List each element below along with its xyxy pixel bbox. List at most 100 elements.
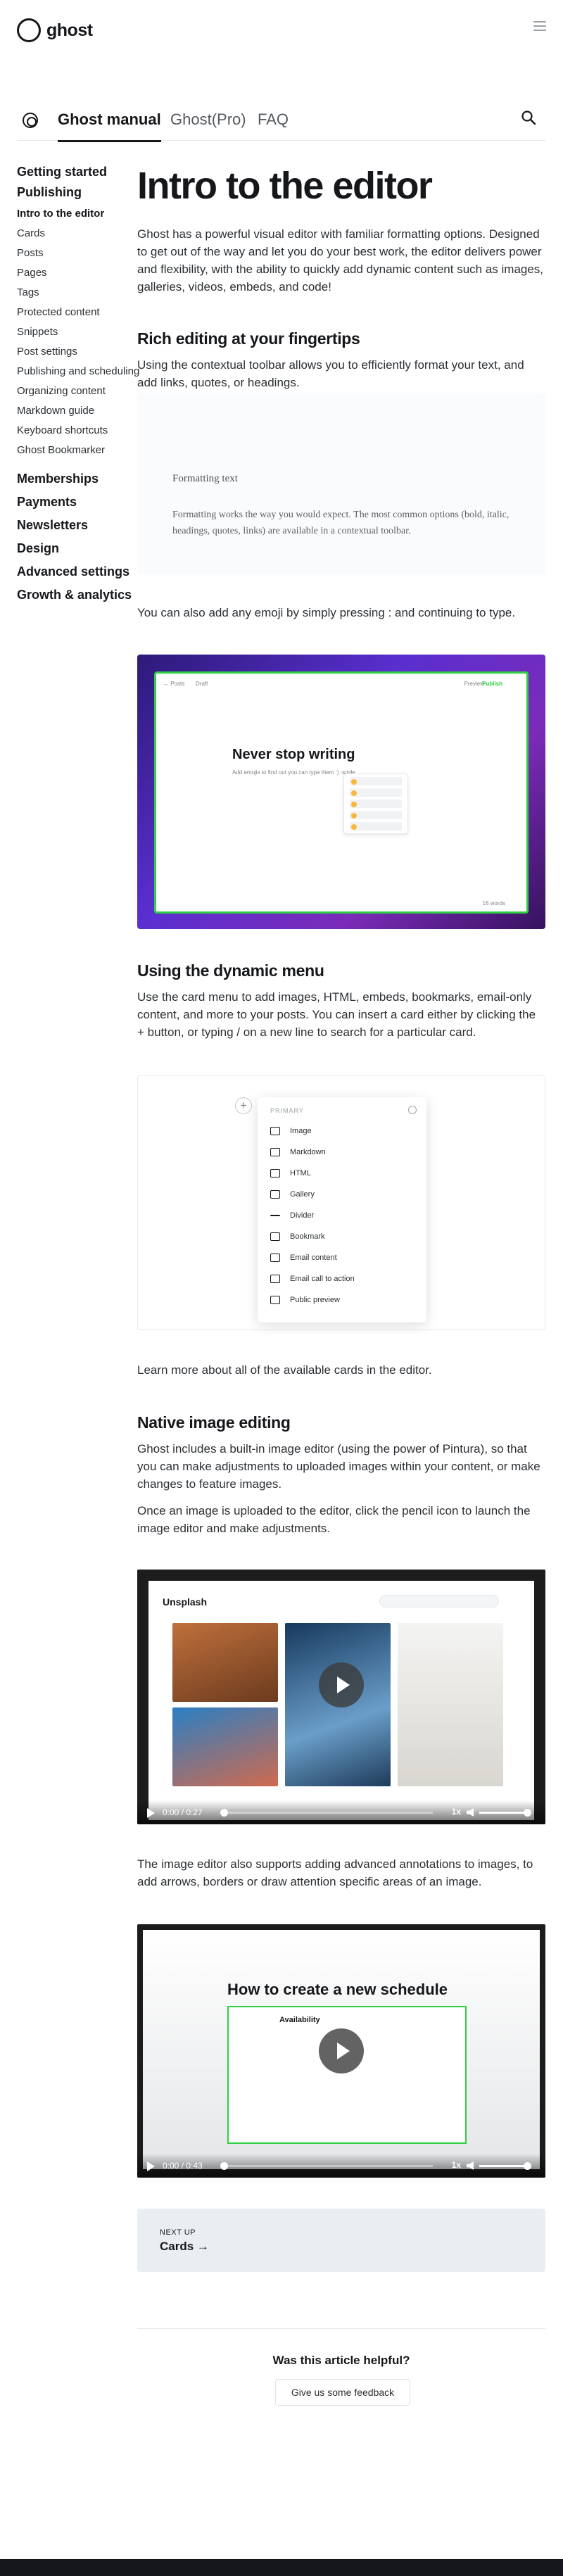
public-preview-icon <box>270 1296 280 1304</box>
card-menu-item: HTML <box>270 1169 311 1177</box>
sidebar-item-pages[interactable]: Pages <box>17 263 144 283</box>
sidebar-getting-started[interactable]: Getting started <box>17 165 144 179</box>
sidebar-item-tags[interactable]: Tags <box>17 283 144 303</box>
card-menu-item: Markdown <box>270 1148 326 1156</box>
docs-sidebar: Getting started Publishing Intro to the … <box>17 165 144 602</box>
card-menu-heading: PRIMARY <box>270 1107 304 1114</box>
schedule-panel-title: Availability <box>279 2016 320 2024</box>
card-menu-item: Email call to action <box>270 1275 355 1283</box>
ghost-logo[interactable]: ghost <box>17 18 93 42</box>
sidebar-item-keyboard-shortcuts[interactable]: Keyboard shortcuts <box>17 421 144 441</box>
ghost-logo-icon <box>17 18 41 42</box>
sidebar-item-markdown-guide[interactable]: Markdown guide <box>17 401 144 421</box>
gallery-icon <box>270 1190 280 1199</box>
video-controls: 0:00 / 0:43 1x <box>137 2154 545 2178</box>
video-controls: 0:00 / 0:27 1x <box>137 1800 545 1824</box>
playback-speed[interactable]: 1x <box>452 2160 461 2170</box>
video-progress[interactable] <box>220 2162 433 2170</box>
dynamic-menu-paragraph: Use the card menu to add images, HTML, e… <box>137 990 536 1039</box>
play-icon[interactable] <box>319 1662 364 1707</box>
sidebar-item-publishing-scheduling[interactable]: Publishing and scheduling <box>17 362 144 381</box>
plus-icon: + <box>235 1097 252 1114</box>
tab-ghost-manual[interactable]: Ghost manual <box>58 111 161 142</box>
annotation-paragraph: The image editor also supports adding ad… <box>137 1857 533 1888</box>
play-small-icon[interactable] <box>147 1808 155 1818</box>
sidebar-item-organizing-content[interactable]: Organizing content <box>17 381 144 401</box>
helpful-question: Was this article helpful? <box>272 2354 410 2367</box>
logo-text: ghost <box>46 20 93 40</box>
sidebar-item-snippets[interactable]: Snippets <box>17 322 144 342</box>
card-menu-item: Divider <box>270 1211 314 1220</box>
tab-faq[interactable]: FAQ <box>258 111 289 140</box>
card-menu-demo-image: + PRIMARY Image Markdown HTML Gallery Di… <box>137 1075 545 1330</box>
volume-slider[interactable] <box>479 2162 531 2170</box>
hamburger-menu-icon[interactable] <box>533 21 546 31</box>
volume-icon[interactable] <box>467 2161 474 2170</box>
sidebar-newsletters[interactable]: Newsletters <box>17 518 144 533</box>
editor-post-title: Never stop writing <box>232 747 355 762</box>
sidebar-item-cards[interactable]: Cards <box>17 224 144 244</box>
divider-icon <box>270 1215 280 1216</box>
sidebar-item-ghost-bookmarker[interactable]: Ghost Bookmarker <box>17 441 144 460</box>
next-up-card[interactable]: NEXT UP Cards → <box>137 2209 545 2272</box>
heading-rich-editing: Rich editing at your fingertips <box>137 329 360 348</box>
markdown-icon <box>270 1148 280 1156</box>
sidebar-item-protected-content[interactable]: Protected content <box>17 303 144 322</box>
sidebar-publishing[interactable]: Publishing <box>17 185 144 200</box>
search-icon[interactable] <box>521 110 536 125</box>
play-icon[interactable] <box>319 2028 364 2073</box>
card-menu-item: Public preview <box>270 1296 340 1304</box>
photo-tile <box>172 1623 278 1702</box>
sidebar-item-post-settings[interactable]: Post settings <box>17 342 144 362</box>
card-menu-item: Image <box>270 1127 312 1135</box>
intro-paragraph: Ghost has a powerful visual editor with … <box>137 227 544 293</box>
card-menu-item: Gallery <box>270 1190 315 1199</box>
help-center-icon[interactable] <box>23 113 38 128</box>
sidebar-item-intro-editor[interactable]: Intro to the editor <box>17 204 144 224</box>
volume-icon[interactable] <box>467 1808 474 1817</box>
unsplash-title: Unsplash <box>163 1596 208 1608</box>
video-time: 0:00 / 0:27 <box>163 1807 203 1817</box>
image-editing-paragraph-1: Ghost includes a built-in image editor (… <box>137 1442 540 1491</box>
html-icon <box>270 1169 280 1177</box>
sidebar-payments[interactable]: Payments <box>17 495 144 510</box>
tab-ghost-pro[interactable]: Ghost(Pro) <box>170 111 246 140</box>
photo-tile <box>172 1707 278 1786</box>
help-icon <box>408 1106 417 1114</box>
sidebar-memberships[interactable]: Memberships <box>17 472 144 486</box>
annotation-video[interactable]: How to create a new schedule Availabilit… <box>137 1924 545 2178</box>
volume-slider[interactable] <box>479 1809 531 1817</box>
feedback-button[interactable]: Give us some feedback <box>275 2379 410 2406</box>
page-title: Intro to the editor <box>137 165 433 207</box>
site-header: ghost <box>0 0 563 59</box>
sidebar-item-posts[interactable]: Posts <box>17 244 144 263</box>
playback-speed[interactable]: 1x <box>452 1807 461 1817</box>
editor-body-line: Add emojis to find out you can type them… <box>232 769 355 776</box>
editor-back-label: ← Posts <box>163 681 185 687</box>
emoji-paragraph: You can also add any emoji by simply pre… <box>137 606 516 619</box>
footer-band <box>0 2559 563 2576</box>
card-menu-item: Bookmark <box>270 1232 325 1241</box>
sidebar-growth-analytics[interactable]: Growth & analytics <box>17 588 144 602</box>
photo-tile <box>398 1623 503 1786</box>
cards-paragraph: Learn more about all of the available ca… <box>137 1363 432 1377</box>
emoji-demo-image: ← Posts Draft Preview Publish Never stop… <box>137 655 545 929</box>
image-editor-video[interactable]: Unsplash 0:00 / 0:27 1x <box>137 1570 545 1824</box>
email-icon <box>270 1254 280 1262</box>
editor-publish-label: Publish <box>482 681 502 687</box>
manual-tab-nav: Ghost manual Ghost(Pro) FAQ <box>17 99 546 142</box>
sidebar-design[interactable]: Design <box>17 541 144 556</box>
sidebar-advanced-settings[interactable]: Advanced settings <box>17 564 144 579</box>
play-small-icon[interactable] <box>147 2161 155 2171</box>
video-progress[interactable] <box>220 1809 433 1817</box>
editor-wordcount: 16 words <box>482 900 505 907</box>
formatting-demo-body: Formatting works the way you would expec… <box>172 510 510 536</box>
editor-preview-label: Preview <box>464 681 484 687</box>
heading-image-editing: Native image editing <box>137 1413 291 1432</box>
rich-editing-paragraph: Using the contextual toolbar allows you … <box>137 358 524 389</box>
next-up-label: NEXT UP <box>160 2228 196 2237</box>
card-menu-panel: PRIMARY Image Markdown HTML Gallery Divi… <box>258 1097 426 1322</box>
email-cta-icon <box>270 1275 280 1283</box>
divider <box>137 2328 545 2329</box>
card-menu-item: Email content <box>270 1254 337 1262</box>
